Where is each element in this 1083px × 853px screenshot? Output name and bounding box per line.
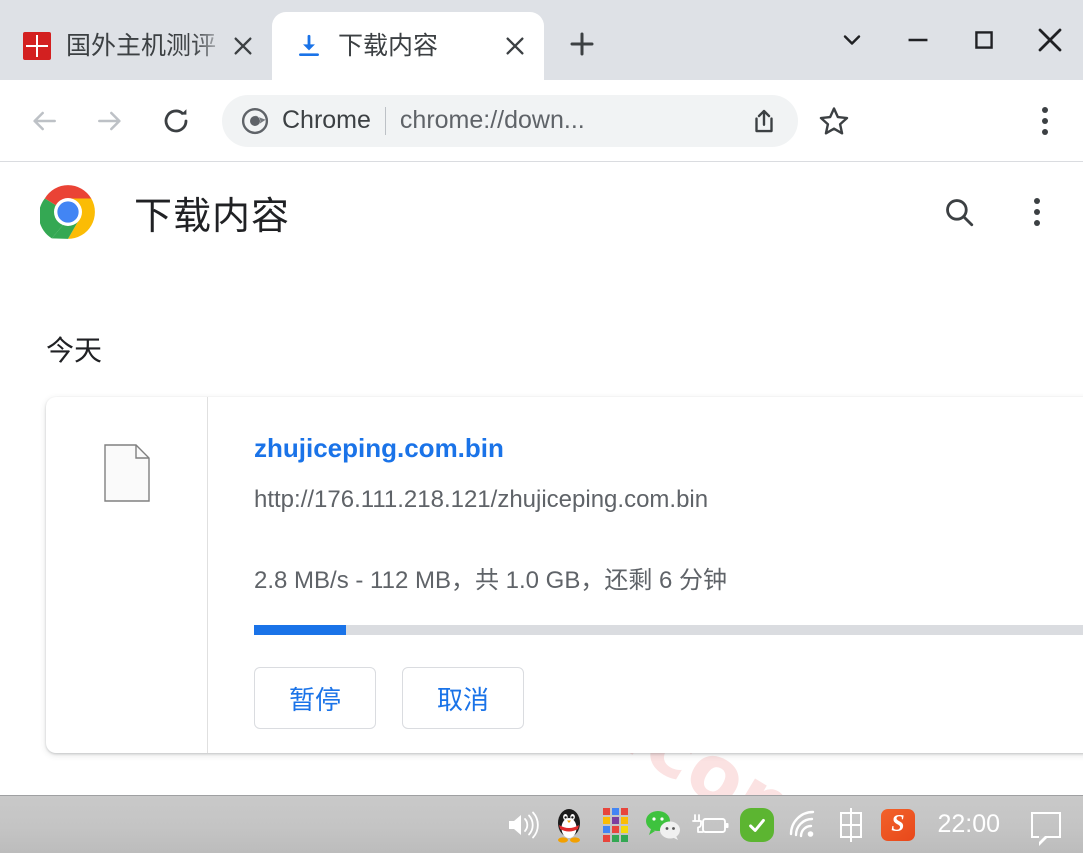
back-arrow-icon: [33, 111, 56, 130]
tab-close-button[interactable]: [498, 29, 532, 63]
color-grid-icon[interactable]: [592, 802, 639, 848]
tab-strip: 国外主机测评 下载内容: [0, 0, 1083, 80]
notification-bubble-icon: [1030, 811, 1061, 846]
volume-icon[interactable]: [498, 802, 545, 848]
share-button[interactable]: [746, 103, 782, 139]
cancel-button[interactable]: 取消: [402, 667, 524, 729]
download-icon: [294, 31, 324, 61]
downloads-header: 下载内容: [0, 163, 1083, 261]
omnibox-url-text: chrome://down...: [399, 106, 585, 134]
download-item-card: zhujiceping.com.bin http://176.111.218.1…: [46, 397, 1083, 753]
reload-icon: [164, 108, 188, 132]
maximize-button[interactable]: [951, 4, 1017, 76]
ime-chinese-icon[interactable]: [827, 802, 874, 848]
download-progress-fill: [254, 625, 347, 635]
back-button[interactable]: [18, 95, 70, 147]
three-dot-menu-icon: [1034, 198, 1040, 226]
download-details: zhujiceping.com.bin http://176.111.218.1…: [208, 397, 1083, 753]
qq-penguin-icon[interactable]: [545, 802, 592, 848]
sogou-label: S: [880, 808, 915, 841]
download-filename-link[interactable]: zhujiceping.com.bin: [254, 433, 1083, 464]
address-bar[interactable]: Chrome chrome://down...: [222, 94, 798, 147]
tab-search-button[interactable]: [819, 4, 885, 76]
tab-downloads[interactable]: 下载内容: [272, 12, 544, 80]
check-icon: [749, 818, 765, 832]
close-icon: [506, 37, 524, 55]
wechat-icon[interactable]: [639, 802, 686, 848]
tab-close-button[interactable]: [226, 29, 260, 63]
three-dot-menu-icon: [1042, 106, 1048, 135]
chrome-globe-icon: [240, 106, 270, 136]
browser-toolbar: Chrome chrome://down...: [0, 80, 1083, 162]
reload-button[interactable]: [150, 95, 202, 147]
omnibox-chip-label: Chrome: [282, 106, 371, 134]
notification-button[interactable]: [1022, 802, 1069, 848]
generic-file-icon: [103, 444, 150, 502]
download-actions: 暂停 取消: [254, 667, 1083, 729]
section-header-today: 今天: [46, 335, 103, 366]
red-seal-favicon-icon: [22, 31, 52, 61]
downloads-page: zhujiceping.com 下载内容: [0, 163, 1083, 795]
tab-guowai-zhuji-ceping[interactable]: 国外主机测评: [0, 12, 272, 80]
downloads-header-actions: [937, 190, 1059, 234]
search-icon: [946, 199, 974, 227]
minimize-icon: [908, 38, 928, 42]
battery-charging-icon[interactable]: [686, 802, 733, 848]
close-icon: [1038, 28, 1062, 52]
omnibox-separator: [384, 106, 386, 135]
close-icon: [234, 37, 252, 55]
wifi-icon[interactable]: [780, 802, 827, 848]
file-icon-column: [46, 397, 208, 753]
minimize-button[interactable]: [885, 4, 951, 76]
forward-arrow-icon: [98, 111, 121, 130]
forward-button[interactable]: [84, 95, 136, 147]
windows-taskbar: S 22:00: [0, 795, 1083, 853]
download-progress-bar: [254, 625, 1083, 635]
taskbar-clock[interactable]: 22:00: [937, 810, 1000, 839]
chrome-logo-icon: [38, 184, 96, 240]
browser-window: 国外主机测评 下载内容 Chrome chrome://down... 下载内容…: [0, 0, 1083, 853]
window-close-button[interactable]: [1017, 4, 1083, 76]
downloads-menu-button[interactable]: [1015, 190, 1059, 234]
browser-menu-button[interactable]: [1023, 99, 1067, 143]
maximize-icon: [975, 31, 993, 49]
download-source-url: http://176.111.218.121/zhujiceping.com.b…: [254, 486, 709, 513]
sogou-icon[interactable]: S: [874, 802, 921, 848]
chevron-down-icon: [843, 35, 861, 45]
search-button[interactable]: [937, 190, 981, 234]
pause-button[interactable]: 暂停: [254, 667, 376, 729]
plus-icon: [570, 32, 594, 56]
bookmark-button[interactable]: [812, 99, 856, 143]
download-status-text: 2.8 MB/s - 112 MB，共 1.0 GB，还剩 6 分钟: [254, 567, 728, 594]
star-icon: [819, 106, 849, 135]
page-title: 下载内容: [134, 195, 291, 238]
tab-title: 下载内容: [338, 32, 439, 60]
green-check-icon[interactable]: [733, 802, 780, 848]
tab-title: 国外主机测评: [66, 32, 217, 60]
share-icon: [755, 109, 773, 132]
window-controls: [819, 0, 1083, 80]
new-tab-button[interactable]: [556, 18, 608, 70]
